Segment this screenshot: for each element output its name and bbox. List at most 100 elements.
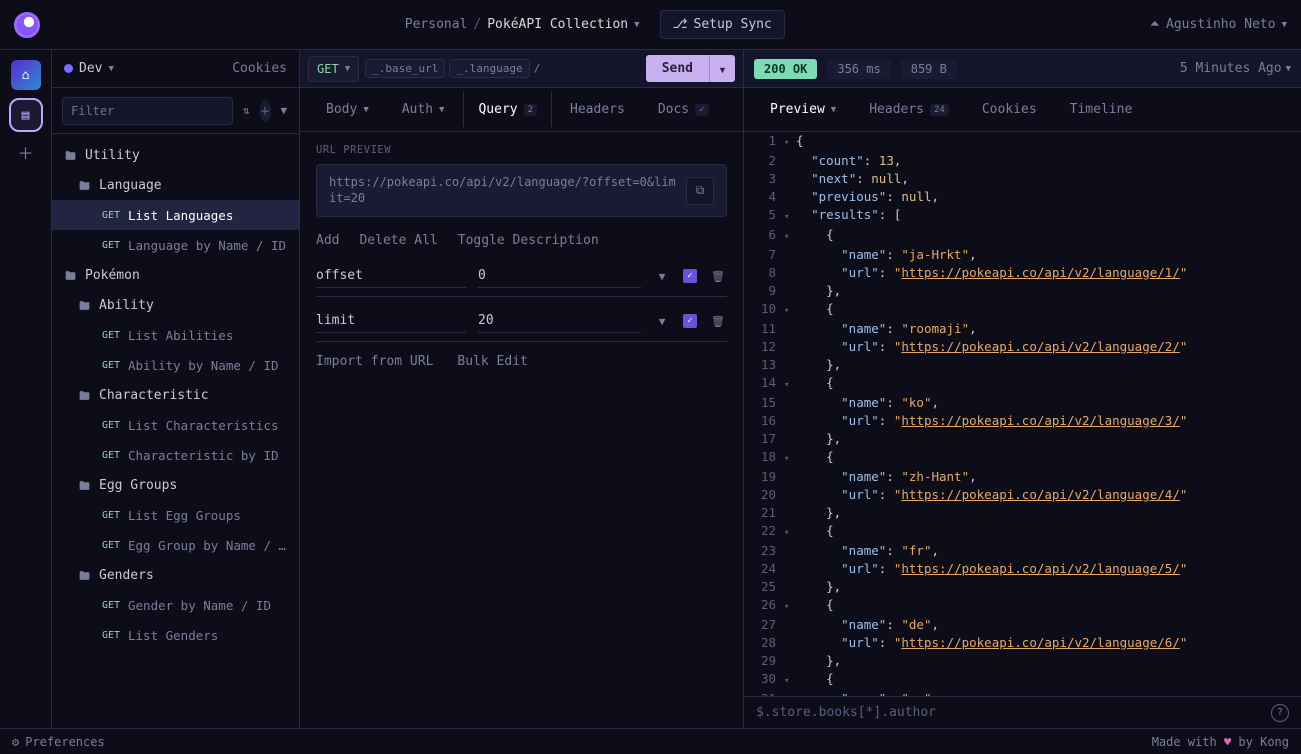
fold-toggle: [784, 246, 796, 248]
tab-docs[interactable]: Docs✓: [644, 92, 724, 127]
sidebar-folder-utility[interactable]: Utility: [52, 140, 299, 170]
import-from-url-button[interactable]: Import from URL: [316, 354, 433, 369]
send-button[interactable]: Send: [646, 55, 709, 82]
fold-toggle[interactable]: ▾: [784, 522, 796, 542]
json-path-input[interactable]: $.store.books[*].author: [756, 705, 936, 720]
tab-headers[interactable]: Headers: [556, 92, 640, 127]
rail-add-button[interactable]: ＋: [17, 140, 33, 164]
fold-toggle[interactable]: ▾: [784, 448, 796, 468]
fold-toggle[interactable]: ▾: [784, 132, 796, 152]
sidebar-endpoint[interactable]: GETEgg Group by Name / …: [52, 530, 299, 560]
environment-selector[interactable]: Dev ▼: [64, 61, 232, 76]
param-value-input[interactable]: 0: [478, 264, 641, 288]
method-selector[interactable]: GET ▼: [308, 56, 359, 82]
tab-label: Body: [326, 102, 357, 117]
sidebar-endpoint[interactable]: GETLanguage by Name / ID: [52, 230, 299, 260]
fold-toggle: [784, 634, 796, 636]
folder-label: Egg Groups: [99, 478, 177, 493]
json-line: 6 ▾ {: [744, 226, 1301, 246]
fold-toggle[interactable]: ▾: [784, 670, 796, 690]
param-value-input[interactable]: 20: [478, 309, 641, 333]
sidebar-endpoint[interactable]: GETList Abilities: [52, 320, 299, 350]
fold-toggle[interactable]: ▾: [784, 300, 796, 320]
json-line: 30 ▾ {: [744, 670, 1301, 690]
json-line: 5 ▾ "results": [: [744, 206, 1301, 226]
sidebar-folder-language[interactable]: Language: [52, 170, 299, 200]
rail-workspace-active[interactable]: ▤: [11, 100, 41, 130]
fold-toggle[interactable]: ▾: [784, 596, 796, 616]
line-number: 14: [744, 374, 784, 392]
sidebar-endpoint[interactable]: GETList Characteristics: [52, 410, 299, 440]
breadcrumb[interactable]: Personal / PokéAPI Collection ▼: [405, 17, 640, 32]
query-toggle-desc-button[interactable]: Toggle Description: [458, 233, 599, 248]
setup-sync-button[interactable]: ⎇ Setup Sync: [660, 10, 785, 39]
response-history-button[interactable]: 5 Minutes Ago ▼: [1180, 61, 1291, 76]
cookies-link[interactable]: Cookies: [232, 61, 287, 76]
line-number: 24: [744, 560, 784, 578]
user-menu[interactable]: ⏶ Agustinho Neto ▼: [1150, 17, 1287, 32]
trash-icon: 🗑: [711, 270, 725, 283]
sidebar-endpoint[interactable]: GETAbility by Name / ID: [52, 350, 299, 380]
sort-button[interactable]: ⇅: [241, 100, 252, 122]
sidebar-endpoint[interactable]: GETCharacteristic by ID: [52, 440, 299, 470]
param-menu-button[interactable]: ▼: [653, 310, 671, 332]
param-enabled-checkbox[interactable]: ✓: [683, 314, 697, 328]
sidebar-folder-egg-groups[interactable]: Egg Groups: [52, 470, 299, 500]
fold-toggle: [784, 264, 796, 266]
line-number: 25: [744, 578, 784, 596]
create-menu-chevron[interactable]: ▼: [279, 100, 290, 122]
line-number: 23: [744, 542, 784, 560]
sidebar-endpoint[interactable]: GETList Egg Groups: [52, 500, 299, 530]
folder-icon: [78, 389, 91, 402]
bulk-edit-button[interactable]: Bulk Edit: [457, 354, 527, 369]
help-icon[interactable]: ?: [1271, 704, 1289, 722]
tab-preview[interactable]: Preview▼: [756, 92, 851, 127]
sidebar-folder-pok-mon[interactable]: Pokémon: [52, 260, 299, 290]
tab-timeline[interactable]: Timeline: [1056, 92, 1148, 127]
create-button[interactable]: ＋: [260, 100, 271, 122]
fold-toggle[interactable]: ▾: [784, 374, 796, 394]
sidebar-folder-genders[interactable]: Genders: [52, 560, 299, 590]
fold-toggle[interactable]: ▾: [784, 226, 796, 246]
response-size: 859 B: [901, 59, 957, 79]
param-name-input[interactable]: limit: [316, 309, 466, 333]
json-line: 21 },: [744, 504, 1301, 522]
folder-label: Pokémon: [85, 268, 140, 283]
sidebar-endpoint[interactable]: GET Gender by Name / ID: [52, 590, 299, 620]
param-name-input[interactable]: offset: [316, 264, 466, 288]
query-delete-all-button[interactable]: Delete All: [359, 233, 437, 248]
chevron-down-icon: ▼: [108, 64, 113, 74]
tab-response-headers[interactable]: Headers24: [855, 92, 964, 127]
tab-query[interactable]: Query 2: [463, 92, 552, 127]
method-badge: GET: [92, 600, 120, 611]
copy-url-button[interactable]: ⧉: [686, 177, 714, 205]
method-label: GET: [317, 62, 339, 76]
preferences-button[interactable]: Preferences: [25, 735, 104, 749]
tab-label: Cookies: [982, 102, 1037, 117]
rail-home[interactable]: ⌂: [11, 60, 41, 90]
tab-response-cookies[interactable]: Cookies: [968, 92, 1052, 127]
sidebar-folder-ability[interactable]: Ability: [52, 290, 299, 320]
query-add-button[interactable]: Add: [316, 233, 339, 248]
endpoint-label: List Languages: [128, 208, 233, 223]
method-badge: GET: [92, 330, 120, 341]
param-enabled-checkbox[interactable]: ✓: [683, 269, 697, 283]
sidebar-filter-input[interactable]: [62, 97, 233, 125]
param-delete-button[interactable]: 🗑: [709, 310, 727, 332]
send-menu-button[interactable]: ▼: [709, 55, 735, 82]
sidebar-folder-characteristic[interactable]: Characteristic: [52, 380, 299, 410]
fold-toggle[interactable]: ▾: [784, 206, 796, 226]
param-menu-button[interactable]: ▼: [653, 265, 671, 287]
plus-icon: ＋: [17, 144, 33, 163]
response-json-viewer[interactable]: 1 ▾ { 2 "count": 13, 3 "next": null, 4 "…: [744, 132, 1301, 696]
endpoint-label: Gender by Name / ID: [128, 598, 271, 613]
tab-auth[interactable]: Auth▼: [388, 92, 460, 127]
param-delete-button[interactable]: 🗑: [709, 265, 727, 287]
url-input[interactable]: _.base_url _.language /: [365, 59, 640, 78]
sidebar-endpoint[interactable]: GETList Genders: [52, 620, 299, 650]
line-number: 29: [744, 652, 784, 670]
folder-label: Characteristic: [99, 388, 209, 403]
sidebar-endpoint[interactable]: GETList Languages: [52, 200, 299, 230]
line-number: 27: [744, 616, 784, 634]
tab-body[interactable]: Body▼: [312, 92, 384, 127]
